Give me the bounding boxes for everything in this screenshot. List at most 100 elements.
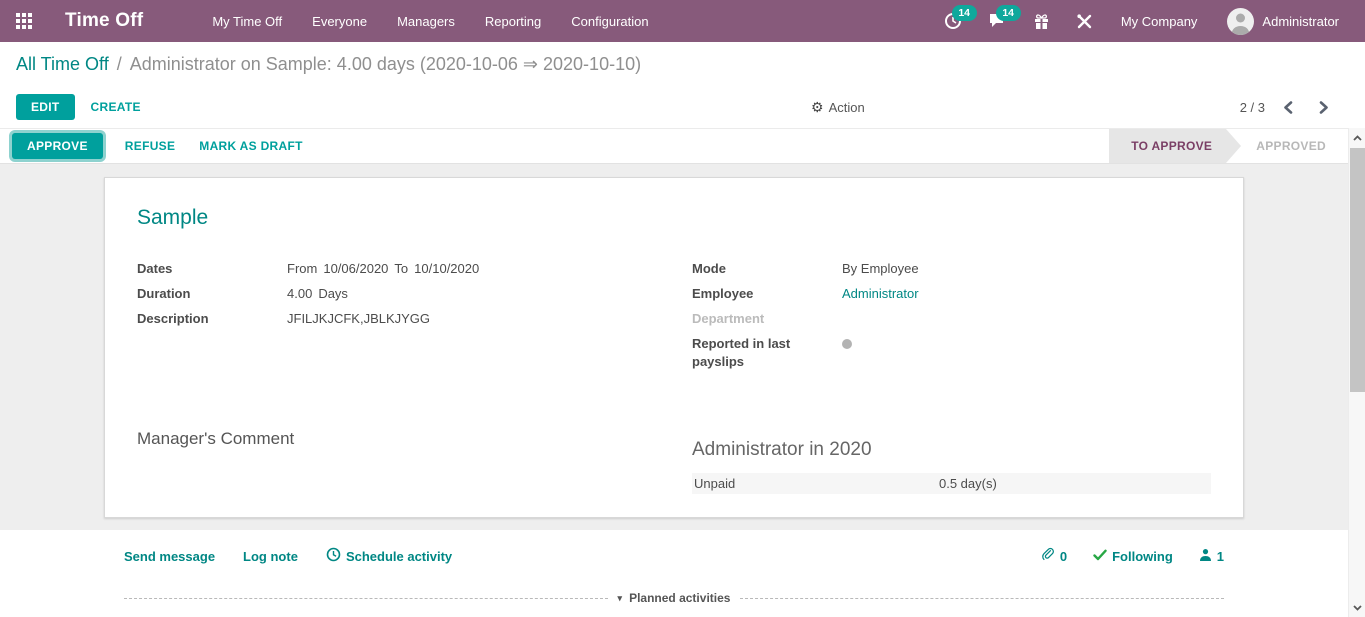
developer-tools-button[interactable]: [1068, 9, 1101, 34]
stage-approved: APPROVED: [1226, 129, 1348, 163]
top-navbar: Time Off My Time Off Everyone Managers R…: [0, 0, 1365, 42]
breadcrumb-separator: /: [117, 54, 122, 75]
disabled-checkbox: [842, 339, 852, 349]
following-label: Following: [1112, 549, 1173, 564]
apps-menu-icon[interactable]: [16, 13, 33, 30]
dates-from-value: 10/06/2020: [323, 261, 388, 276]
refuse-button[interactable]: REFUSE: [113, 133, 187, 159]
chatter: Send message Log note Schedule activity …: [0, 530, 1348, 617]
attachments-button[interactable]: 0: [1041, 547, 1067, 565]
menu-my-time-off[interactable]: My Time Off: [199, 8, 295, 35]
create-button[interactable]: CREATE: [79, 94, 153, 120]
divider-dashed-left: [124, 598, 608, 599]
leave-type-cell: Unpaid: [694, 476, 939, 491]
paperclip-icon: [1041, 547, 1055, 565]
mark-as-draft-button[interactable]: MARK AS DRAFT: [187, 133, 314, 159]
allocation-summary-title: Administrator in 2020: [692, 439, 1211, 461]
form-view-background: Sample Dates From 10/06/2020 To 10/10/2020 …: [0, 164, 1348, 530]
messages-button[interactable]: 14: [980, 8, 1015, 34]
attachments-count: 0: [1060, 549, 1067, 564]
duration-value: 4.00 Days: [287, 285, 656, 303]
menu-reporting[interactable]: Reporting: [472, 8, 554, 35]
duration-label: Duration: [137, 285, 287, 303]
fields-right-column: Mode By Employee Employee Administrator …: [692, 260, 1211, 371]
scroll-up-button[interactable]: [1349, 129, 1365, 146]
schedule-activity-label: Schedule activity: [346, 549, 452, 564]
pager-value[interactable]: 2 / 3: [1240, 100, 1265, 115]
following-button[interactable]: Following: [1093, 549, 1173, 564]
scrollbar-thumb[interactable]: [1350, 148, 1365, 392]
dates-from-label: From: [287, 261, 317, 276]
leave-amount-cell: 0.5 day(s): [939, 476, 1209, 491]
gear-icon: ⚙: [811, 99, 824, 116]
chevron-left-icon: [1283, 101, 1293, 114]
dates-value: From 10/06/2020 To 10/10/2020: [287, 260, 656, 278]
action-label: Action: [829, 100, 865, 115]
avatar: [1227, 8, 1254, 35]
tools-icon: [1076, 13, 1093, 30]
approve-button[interactable]: APPROVE: [12, 133, 103, 159]
pager-previous-button[interactable]: [1283, 101, 1293, 114]
vertical-scrollbar[interactable]: [1348, 128, 1365, 617]
activities-button[interactable]: 14: [936, 8, 970, 34]
reported-in-last-payslips-label: Reported in last payslips: [692, 335, 842, 371]
department-label: Department: [692, 310, 842, 328]
app-title[interactable]: Time Off: [65, 10, 143, 32]
record-sheet: Sample Dates From 10/06/2020 To 10/10/2020 …: [104, 177, 1244, 518]
breadcrumb-current-record: Administrator on Sample: 4.00 days (2020…: [130, 54, 641, 75]
action-menu-button[interactable]: ⚙ Action: [811, 99, 865, 116]
menu-everyone[interactable]: Everyone: [299, 8, 380, 35]
caret-down-icon: ▾: [618, 593, 623, 604]
employee-value-link[interactable]: Administrator: [842, 285, 1211, 303]
schedule-activity-button[interactable]: Schedule activity: [326, 547, 452, 565]
rewards-button[interactable]: [1025, 9, 1058, 34]
menu-managers[interactable]: Managers: [384, 8, 468, 35]
status-stages: TO APPROVE APPROVED: [1109, 129, 1348, 163]
caret-down-icon: [1353, 605, 1362, 611]
dates-to-label: To: [394, 261, 408, 276]
user-menu[interactable]: Administrator: [1217, 4, 1349, 39]
dates-to-value: 10/10/2020: [414, 261, 479, 276]
mode-value: By Employee: [842, 260, 1211, 278]
check-icon: [1093, 549, 1107, 564]
main-menu: My Time Off Everyone Managers Reporting …: [199, 8, 661, 35]
gift-icon: [1033, 13, 1050, 30]
caret-up-icon: [1353, 135, 1362, 141]
clock-icon: [326, 547, 341, 565]
time-off-type-title: Sample: [137, 206, 1211, 230]
duration-number: 4.00: [287, 286, 312, 301]
person-icon: [1199, 548, 1212, 564]
breadcrumb-all-time-off[interactable]: All Time Off: [16, 54, 109, 75]
table-row: Unpaid 0.5 day(s): [692, 473, 1211, 494]
planned-activities-toggle[interactable]: ▾ Planned activities: [608, 591, 741, 605]
duration-unit: Days: [318, 286, 348, 301]
pager-next-button[interactable]: [1319, 101, 1329, 114]
edit-button[interactable]: EDIT: [16, 94, 75, 120]
stage-to-approve: TO APPROVE: [1109, 129, 1226, 163]
followers-count: 1: [1217, 549, 1224, 564]
messages-badge: 14: [996, 5, 1021, 21]
company-name: My Company: [1121, 14, 1198, 29]
description-label: Description: [137, 310, 287, 328]
divider-dashed-right: [740, 598, 1224, 599]
menu-configuration[interactable]: Configuration: [558, 8, 661, 35]
company-menu[interactable]: My Company: [1111, 10, 1208, 33]
record-statusbar: APPROVE REFUSE MARK AS DRAFT TO APPROVE …: [0, 128, 1348, 164]
scroll-down-button[interactable]: [1349, 599, 1365, 616]
fields-left-column: Dates From 10/06/2020 To 10/10/2020 Duratio…: [137, 260, 656, 371]
reported-in-last-payslips-value: [842, 335, 1211, 371]
followers-button[interactable]: 1: [1199, 548, 1224, 564]
chevron-right-icon: [1319, 101, 1329, 114]
department-value: [842, 310, 1211, 328]
planned-activities-label: Planned activities: [629, 591, 730, 605]
managers-comment-title: Manager's Comment: [137, 429, 656, 449]
control-panel: EDIT CREATE ⚙ Action 2 / 3: [0, 86, 1365, 128]
description-value: JFILJKJCFK,JBLKJYGG: [287, 310, 656, 328]
employee-label: Employee: [692, 285, 842, 303]
mode-label: Mode: [692, 260, 842, 278]
log-note-button[interactable]: Log note: [243, 549, 298, 564]
user-name: Administrator: [1262, 14, 1339, 29]
dates-label: Dates: [137, 260, 287, 278]
send-message-button[interactable]: Send message: [124, 549, 215, 564]
breadcrumb: All Time Off / Administrator on Sample: …: [0, 42, 1365, 86]
